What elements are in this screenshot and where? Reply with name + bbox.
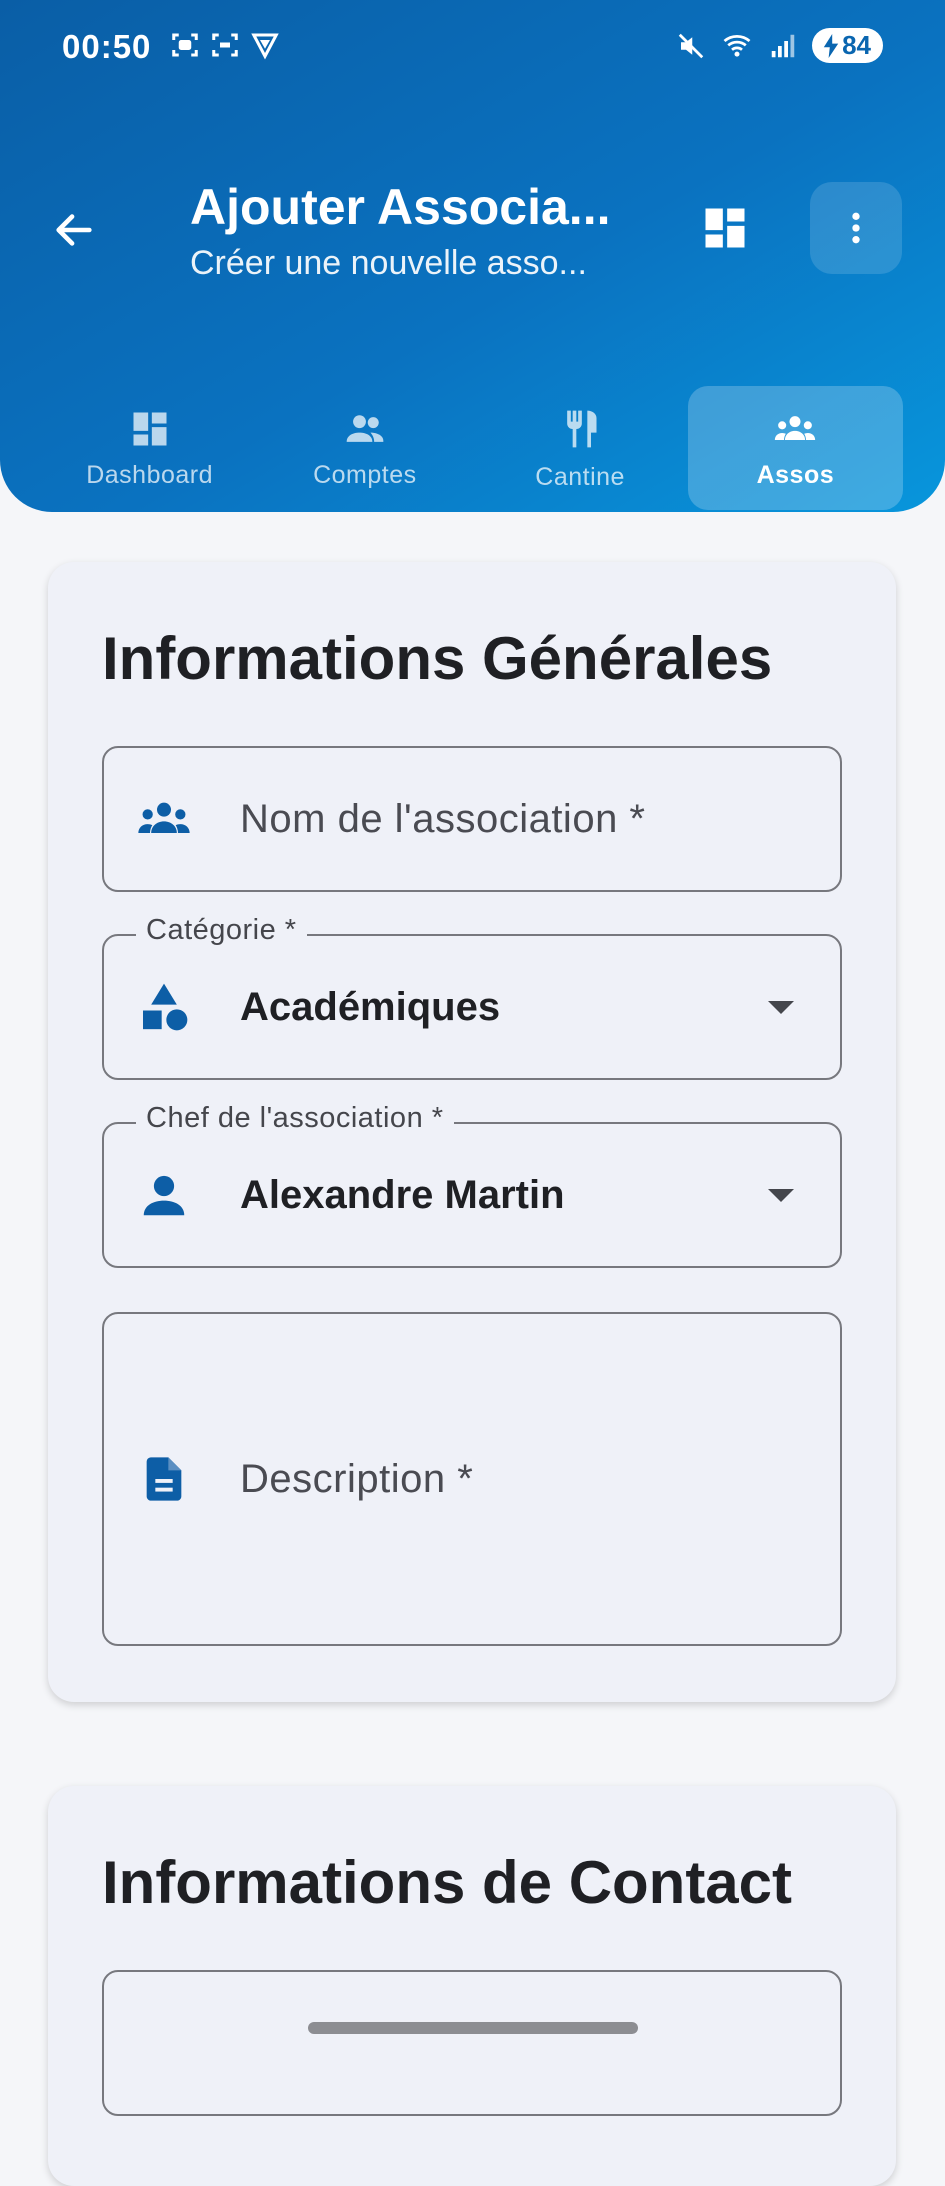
app-bar-titles: Ajouter Associa... Créer une nouvelle as… — [190, 178, 610, 283]
tab-comptes[interactable]: Comptes — [257, 386, 472, 510]
tab-label: Assos — [756, 460, 835, 489]
contact-info-card: Informations de Contact — [48, 1786, 896, 2186]
tab-dashboard[interactable]: Dashboard — [42, 386, 257, 510]
groups-icon — [775, 415, 816, 440]
mute-icon — [678, 33, 704, 58]
more-vert-icon — [852, 212, 860, 244]
people-icon — [346, 414, 384, 442]
status-notification-icons — [170, 30, 280, 60]
description-icon — [134, 1449, 194, 1509]
association-name-placeholder: Nom de l'association * — [240, 796, 646, 841]
category-icon — [134, 977, 194, 1037]
association-name-input[interactable]: Nom de l'association * — [102, 746, 842, 892]
wifi-icon — [723, 34, 751, 57]
description-textarea[interactable]: Description * — [102, 1312, 842, 1646]
tab-cantine[interactable]: Cantine — [473, 386, 688, 510]
arrow-back-icon — [56, 214, 92, 246]
chief-dropdown[interactable]: Chef de l'association * Alexandre Martin — [102, 1102, 842, 1268]
vpn-shield-icon — [251, 33, 279, 60]
more-options-button[interactable] — [810, 182, 902, 274]
tab-label: Comptes — [313, 460, 417, 489]
battery-indicator: 84 — [812, 28, 883, 63]
page-title: Ajouter Associa... — [190, 179, 611, 235]
nav-tabs: Dashboard Comptes Cantine Assos — [42, 386, 903, 510]
dashboard-icon — [705, 208, 745, 248]
contact-field[interactable] — [102, 1970, 842, 2116]
category-label: Catégorie * — [136, 914, 307, 947]
section-title: Informations Générales — [102, 625, 773, 692]
chevron-down-icon — [768, 1188, 794, 1202]
charging-bolt-icon — [823, 33, 839, 58]
description-placeholder: Description * — [240, 1456, 474, 1501]
restaurant-icon — [567, 410, 597, 447]
dashboard-button[interactable] — [695, 198, 755, 258]
home-indicator[interactable] — [308, 2022, 638, 2034]
general-info-card: Informations Générales Nom de l'associat… — [48, 562, 896, 1702]
tab-label: Cantine — [535, 462, 625, 491]
chief-value: Alexandre Martin — [240, 1172, 565, 1217]
person-icon — [134, 1165, 194, 1225]
status-time: 00:50 — [62, 28, 152, 65]
category-dropdown[interactable]: Catégorie * Académiques — [102, 914, 842, 1080]
battery-level: 84 — [842, 30, 871, 60]
page-subtitle: Créer une nouvelle asso... — [190, 244, 587, 282]
app-header: 00:50 84 Ajouter Associa... Créer une no… — [0, 0, 945, 512]
chief-label: Chef de l'association * — [136, 1102, 454, 1135]
signal-icon — [771, 34, 795, 57]
back-button[interactable] — [44, 200, 104, 260]
tab-label: Dashboard — [86, 460, 214, 489]
category-value: Académiques — [240, 984, 501, 1029]
dashboard-icon — [133, 412, 167, 445]
screen-capture-icon — [212, 33, 238, 57]
screenshot-icon — [172, 33, 198, 57]
status-system-icons: 84 — [676, 28, 883, 63]
groups-icon — [134, 789, 194, 849]
tab-assos[interactable]: Assos — [687, 386, 903, 510]
section-title: Informations de Contact — [102, 1849, 793, 1916]
chevron-down-icon — [768, 1000, 794, 1014]
